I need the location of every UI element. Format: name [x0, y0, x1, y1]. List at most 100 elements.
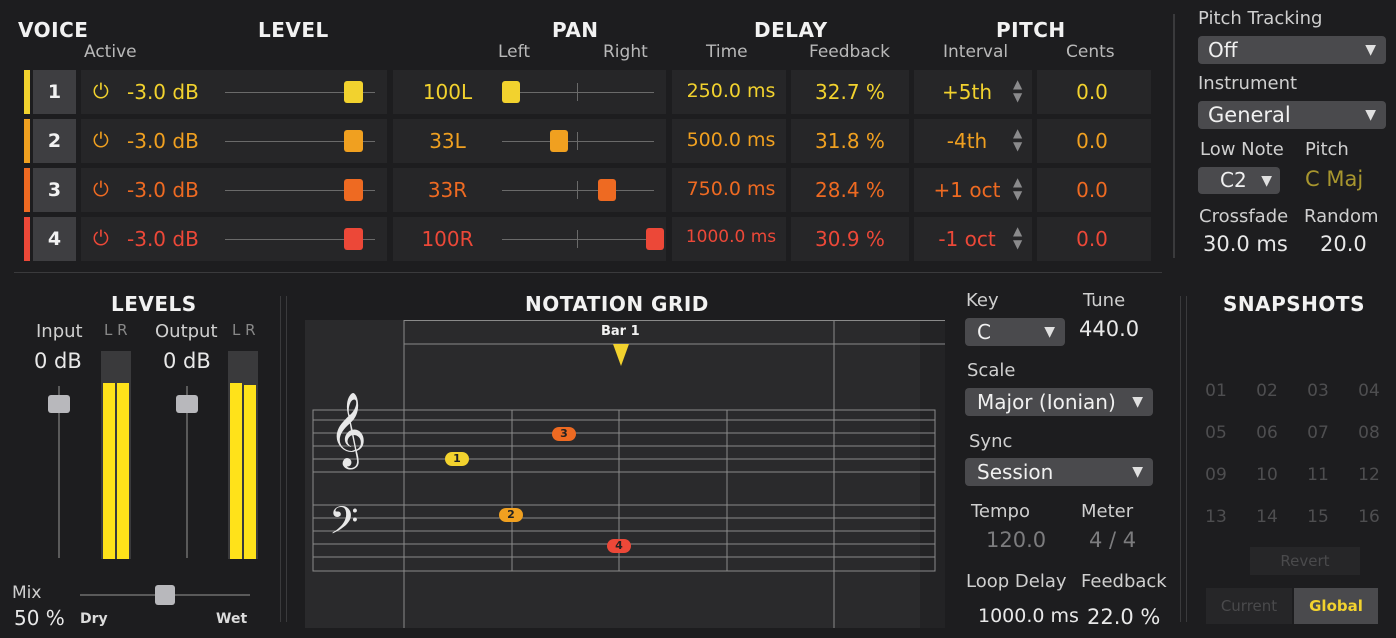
cents-value[interactable]: 0.0: [1037, 178, 1147, 202]
notation-grid-title: NOTATION GRID: [525, 292, 709, 316]
loop-feedback-value[interactable]: 22.0 %: [1087, 605, 1160, 629]
power-icon[interactable]: ⏻: [93, 226, 109, 250]
level-slider-knob[interactable]: [344, 130, 363, 152]
revert-button[interactable]: Revert: [1250, 547, 1360, 575]
delay-time-value[interactable]: 500.0 ms: [672, 129, 790, 151]
snapshot-slot[interactable]: 13: [1196, 507, 1236, 527]
snapshot-slot[interactable]: 06: [1247, 423, 1287, 443]
pan-header: PAN: [552, 18, 599, 42]
level-slider-knob[interactable]: [344, 179, 363, 201]
instrument-dropdown[interactable]: General ▼: [1198, 101, 1386, 129]
notation-grid[interactable]: Bar 1 𝄞 𝄢 1 2 3 4: [305, 320, 945, 628]
delay-feedback-value[interactable]: 31.8 %: [791, 129, 909, 153]
snapshot-slot[interactable]: 08: [1349, 423, 1389, 443]
level-value[interactable]: -3.0 dB: [127, 80, 199, 104]
tune-label: Tune: [1083, 290, 1126, 311]
note-marker[interactable]: 2: [499, 508, 523, 522]
delay-time-value[interactable]: 1000.0 ms: [672, 227, 790, 247]
note-marker[interactable]: 1: [445, 452, 469, 466]
low-note-value: C2: [1220, 168, 1247, 192]
up-down-arrow-icon[interactable]: ▲ ▼: [1013, 78, 1022, 104]
pan-slider-knob[interactable]: [646, 228, 664, 250]
input-meter: [101, 351, 131, 559]
pan-value[interactable]: 33R: [400, 178, 495, 202]
pan-slider-track: [502, 92, 654, 93]
pan-slider-knob[interactable]: [502, 81, 520, 103]
interval-value[interactable]: +1 oct: [922, 178, 1012, 202]
global-button[interactable]: Global: [1294, 588, 1378, 624]
scale-dropdown[interactable]: Major (Ionian) ▼: [965, 388, 1153, 416]
voice-number[interactable]: 3: [33, 168, 76, 212]
pan-slider-knob[interactable]: [550, 130, 568, 152]
snapshot-slot[interactable]: 16: [1349, 507, 1389, 527]
wet-label: Wet: [216, 611, 248, 627]
divider: [1186, 296, 1187, 622]
level-value[interactable]: -3.0 dB: [127, 178, 199, 202]
current-button[interactable]: Current: [1206, 588, 1292, 624]
pan-value[interactable]: 100R: [400, 227, 495, 251]
key-dropdown[interactable]: C ▼: [965, 318, 1065, 346]
tune-value[interactable]: 440.0: [1079, 317, 1139, 341]
meter-value: 4 / 4: [1089, 528, 1137, 552]
delay-time-value[interactable]: 750.0 ms: [672, 178, 790, 200]
snapshot-slot[interactable]: 14: [1247, 507, 1287, 527]
pan-slider-knob[interactable]: [598, 179, 616, 201]
interval-value[interactable]: +5th: [922, 80, 1012, 104]
snapshot-slot[interactable]: 07: [1298, 423, 1338, 443]
interval-value[interactable]: -1 oct: [922, 227, 1012, 251]
divider: [1180, 296, 1181, 622]
snapshot-slot[interactable]: 12: [1349, 465, 1389, 485]
sync-label: Sync: [969, 431, 1013, 452]
sync-dropdown[interactable]: Session ▼: [965, 458, 1153, 486]
feedback-subheader: Feedback: [809, 42, 890, 62]
level-slider-knob[interactable]: [344, 81, 363, 103]
note-marker[interactable]: 3: [552, 427, 576, 441]
note-marker[interactable]: 4: [607, 539, 631, 553]
up-down-arrow-icon[interactable]: ▲ ▼: [1013, 225, 1022, 251]
low-note-dropdown[interactable]: C2 ▼: [1198, 167, 1280, 194]
loop-delay-value[interactable]: 1000.0 ms: [978, 605, 1079, 627]
voice-number[interactable]: 1: [33, 70, 76, 114]
input-fader-knob[interactable]: [48, 395, 70, 413]
input-meter-left: [103, 383, 115, 559]
voice-number[interactable]: 4: [33, 217, 76, 261]
snapshot-slot[interactable]: 15: [1298, 507, 1338, 527]
snapshot-slot[interactable]: 11: [1298, 465, 1338, 485]
level-slider-knob[interactable]: [344, 228, 363, 250]
delay-feedback-value[interactable]: 30.9 %: [791, 227, 909, 251]
power-icon[interactable]: ⏻: [93, 128, 109, 152]
up-down-arrow-icon[interactable]: ▲ ▼: [1013, 127, 1022, 153]
snapshot-slot[interactable]: 03: [1298, 381, 1338, 401]
mix-slider-knob[interactable]: [155, 585, 175, 605]
cents-value[interactable]: 0.0: [1037, 129, 1147, 153]
output-fader-knob[interactable]: [176, 395, 198, 413]
delay-feedback-value[interactable]: 28.4 %: [791, 178, 909, 202]
power-icon[interactable]: ⏻: [93, 177, 109, 201]
level-value[interactable]: -3.0 dB: [127, 227, 199, 251]
snapshot-slot[interactable]: 01: [1196, 381, 1236, 401]
pitch-tracking-dropdown[interactable]: Off ▼: [1198, 36, 1386, 64]
delay-time-value[interactable]: 250.0 ms: [672, 80, 790, 102]
crossfade-value[interactable]: 30.0 ms: [1203, 232, 1288, 256]
snapshot-slot[interactable]: 02: [1247, 381, 1287, 401]
pan-value[interactable]: 100L: [400, 80, 495, 104]
interval-value[interactable]: -4th: [922, 129, 1012, 153]
tempo-value: 120.0: [986, 528, 1047, 552]
random-value[interactable]: 20.0: [1320, 232, 1367, 256]
treble-clef-icon: 𝄞: [329, 393, 367, 467]
cents-value[interactable]: 0.0: [1037, 227, 1147, 251]
power-icon[interactable]: ⏻: [93, 79, 109, 103]
snapshot-slot[interactable]: 04: [1349, 381, 1389, 401]
delay-feedback-value[interactable]: 32.7 %: [791, 80, 909, 104]
up-down-arrow-icon[interactable]: ▲ ▼: [1013, 176, 1022, 202]
voice-number[interactable]: 2: [33, 119, 76, 163]
pan-value[interactable]: 33L: [400, 129, 495, 153]
level-value[interactable]: -3.0 dB: [127, 129, 199, 153]
snapshot-slot[interactable]: 09: [1196, 465, 1236, 485]
cents-value[interactable]: 0.0: [1037, 80, 1147, 104]
pan-right-subheader: Right: [603, 42, 648, 62]
pan-center-tick: [577, 83, 578, 101]
snapshot-slot[interactable]: 05: [1196, 423, 1236, 443]
pan-center-tick: [577, 181, 578, 199]
snapshot-slot[interactable]: 10: [1247, 465, 1287, 485]
